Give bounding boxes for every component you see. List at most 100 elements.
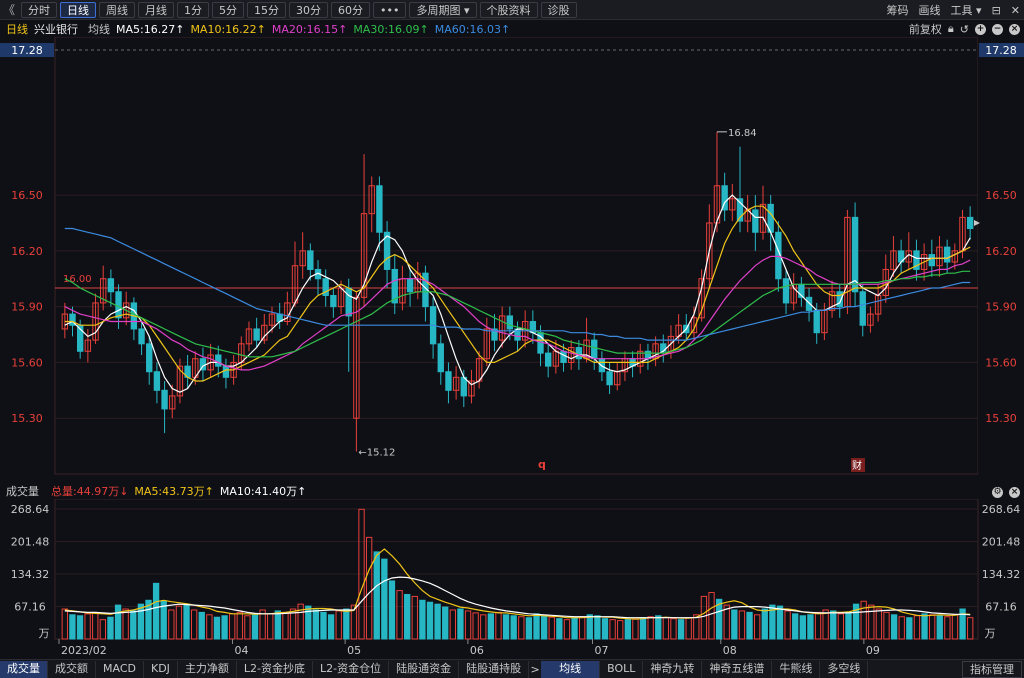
overlay-tab-4[interactable]: 牛熊线 [772, 660, 821, 678]
volume-bar [69, 614, 76, 640]
date-tick-6: 09 [866, 644, 880, 657]
candle-body [345, 287, 352, 317]
volume-bar [122, 608, 129, 640]
volume-close-icon[interactable]: × [1009, 486, 1020, 498]
volume-bar [457, 608, 464, 640]
indicator-manage-button[interactable]: 指标管理 [962, 660, 1022, 678]
indicator-tab-7[interactable]: 陆股通资金 [389, 660, 460, 678]
period-tab-1[interactable]: 日线 [60, 1, 96, 18]
back-icon[interactable]: 《 [0, 1, 18, 18]
volume-bar [647, 616, 654, 640]
volume-bar [76, 615, 84, 640]
event-marker-finance[interactable]: 财 [852, 459, 862, 472]
volume-bar [776, 605, 784, 640]
lock-icon[interactable]: 🔒︎ [948, 22, 954, 36]
overlay-tab-2[interactable]: 神奇九转 [643, 660, 703, 678]
high-marker-label: 16.84 [728, 128, 757, 139]
indicator-tab-2[interactable]: MACD [96, 660, 144, 678]
price-tick-left-4: 15.60 [11, 356, 43, 369]
volume-bar [84, 613, 91, 640]
period-tab-3[interactable]: 月线 [138, 1, 174, 18]
candle-body [859, 291, 866, 326]
volume-bar [571, 617, 578, 640]
volume-bar [807, 614, 814, 640]
period-tab-8[interactable]: 60分 [331, 1, 370, 18]
candlestick-chart[interactable]: 17.28 17.28 16.50 16.50 16.20 16.20 15.90 15.90… [0, 37, 1024, 483]
volume-bar [563, 619, 571, 640]
adjust-button[interactable]: 前复权 [909, 21, 942, 37]
indicator-tab-5[interactable]: L2-资金抄底 [237, 660, 314, 678]
ma-label[interactable]: 均线 [88, 21, 110, 37]
tools-menu-button[interactable]: 工具 ▾ [951, 2, 982, 18]
candle-body [115, 291, 122, 319]
volume-bar [114, 604, 122, 640]
indicator-tabs-right: 均线 BOLL 神奇九转 神奇五线谱 牛熊线 多空线 [541, 660, 869, 678]
chips-button[interactable]: 筹码 [887, 2, 909, 18]
overlay-tab-0[interactable]: 均线 [541, 660, 601, 678]
volume-bar [944, 616, 951, 640]
volume-bar [373, 551, 380, 640]
close-icon[interactable]: ✕ [1011, 4, 1020, 17]
volume-bar [746, 611, 753, 640]
period-tab-7[interactable]: 30分 [289, 1, 328, 18]
volume-bar [921, 613, 928, 640]
candle-body [437, 343, 444, 373]
candle-body [813, 309, 820, 334]
volume-bar [267, 613, 274, 640]
overlay-tab-3[interactable]: 神奇五线谱 [702, 660, 773, 678]
close-panel-icon[interactable]: × [1009, 23, 1020, 35]
volume-bar [579, 616, 586, 640]
volume-chart[interactable]: 268.64 268.64 201.48 201.48 134.32 134.32 67.1… [0, 499, 1024, 659]
zoom-in-icon[interactable]: + [975, 23, 986, 35]
volume-bar [388, 580, 396, 640]
period-tab-10[interactable]: 多周期图 ▾ [409, 1, 477, 18]
period-tab-12[interactable]: 诊股 [540, 1, 577, 18]
undo-icon[interactable]: ↺ [960, 23, 969, 36]
indicator-tab-8[interactable]: 陆股通持股 [459, 660, 530, 678]
volume-bar [837, 613, 845, 640]
period-tab-5[interactable]: 5分 [212, 1, 244, 18]
indicator-tab-3[interactable]: KDJ [144, 660, 178, 678]
indicator-tab-1[interactable]: 成交额 [48, 660, 96, 678]
minimize-icon[interactable]: ⊟ [992, 4, 1001, 17]
volume-bar [396, 590, 403, 640]
volume-tick-right-0: 268.64 [982, 503, 1021, 516]
period-tab-4[interactable]: 1分 [177, 1, 209, 18]
period-tab-2[interactable]: 周线 [99, 1, 135, 18]
period-tab-9[interactable]: ••• [373, 1, 407, 18]
volume-bar [693, 614, 700, 640]
volume-bar [753, 614, 761, 640]
volume-bar [525, 617, 533, 640]
indicator-tab-6[interactable]: L2-资金仓位 [313, 660, 390, 678]
candle-body [460, 376, 467, 397]
draw-line-button[interactable]: 画线 [919, 2, 941, 18]
indicator-tab-0[interactable]: 成交量 [0, 660, 48, 678]
overlay-tab-5[interactable]: 多空线 [820, 660, 869, 678]
overlay-tab-1[interactable]: BOLL [600, 660, 644, 678]
volume-bar [434, 603, 441, 640]
volume-settings-icon[interactable]: ⚙ [992, 486, 1003, 498]
volume-bar [685, 617, 692, 640]
date-tick-2: 05 [347, 644, 361, 657]
more-indicators-icon[interactable]: > [529, 663, 541, 676]
volume-tick-left-2: 134.32 [11, 568, 50, 581]
volume-tick-left-1: 201.48 [11, 536, 50, 549]
volume-tick-right-2: 134.32 [982, 568, 1021, 581]
period-tab-0[interactable]: 分时 [21, 1, 57, 18]
volume-bar [913, 615, 921, 640]
volume-bar [206, 614, 213, 640]
period-tab-6[interactable]: 15分 [247, 1, 286, 18]
stock-name: 兴业银行 [34, 23, 78, 36]
volume-bar [411, 595, 418, 640]
volume-bar [951, 614, 959, 640]
zoom-out-icon[interactable]: − [992, 23, 1003, 35]
volume-bar [381, 558, 388, 640]
indicator-tab-4[interactable]: 主力净额 [178, 660, 237, 678]
candle-body [606, 371, 613, 386]
date-tick-5: 08 [723, 644, 737, 657]
event-marker-q[interactable]: q [538, 458, 546, 471]
period-label: 日线 [6, 23, 28, 36]
volume-bar [548, 616, 555, 640]
period-tab-11[interactable]: 个股资料 [479, 1, 538, 18]
volume-tick-right-3: 67.16 [985, 601, 1017, 614]
